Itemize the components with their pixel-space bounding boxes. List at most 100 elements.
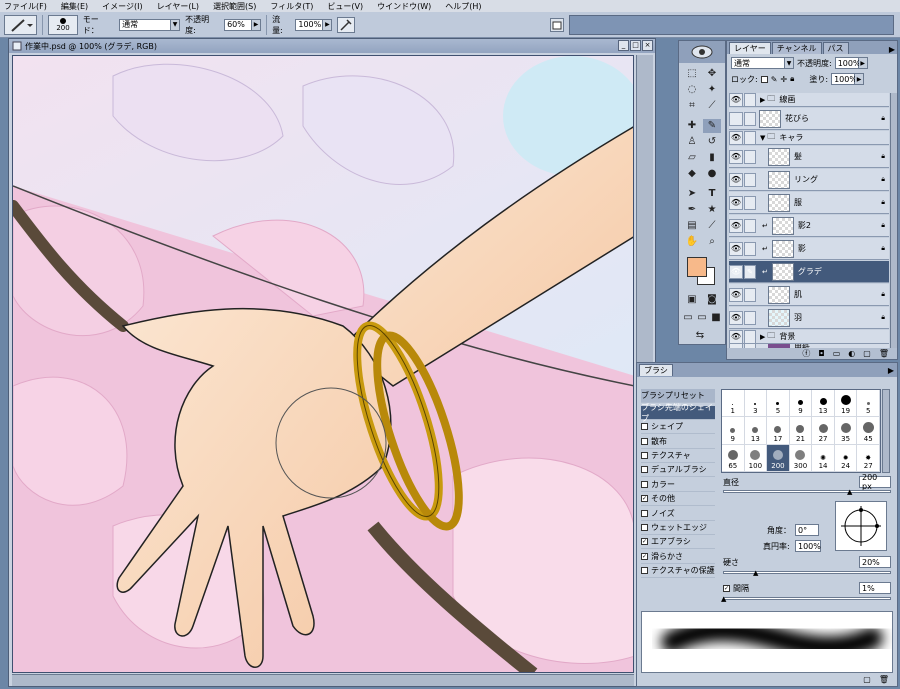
lock-all-icon[interactable]: 🔒︎ xyxy=(790,74,794,84)
checkbox[interactable] xyxy=(641,438,648,445)
layer-row[interactable]: 👁︎ ▼ 🗀︎ キャラ xyxy=(729,130,889,145)
link-cell[interactable] xyxy=(744,111,756,126)
diameter-slider[interactable] xyxy=(723,490,891,493)
spacing-slider[interactable] xyxy=(723,597,891,600)
eye-icon[interactable]: 👁︎ xyxy=(729,287,743,302)
layer-row[interactable]: 👁︎ 肌 🔒︎ xyxy=(729,284,889,306)
eye-icon[interactable]: 👁︎ xyxy=(729,310,743,325)
brush-cell[interactable]: 3 xyxy=(744,390,768,418)
layer-opacity-field[interactable]: 100% ▶ xyxy=(834,57,868,69)
move-tool-icon[interactable]: ✥ xyxy=(703,67,721,81)
eye-icon[interactable]: 👁︎ xyxy=(729,172,743,187)
shape-tool-icon[interactable]: ★ xyxy=(703,203,721,217)
screen-mode-menu-icon[interactable]: ▭ xyxy=(695,311,709,325)
link-cell[interactable] xyxy=(744,172,756,187)
diameter-field[interactable]: 200 px xyxy=(859,473,891,491)
canvas[interactable] xyxy=(12,55,634,673)
brush-cell[interactable]: 300 xyxy=(789,444,813,472)
hardness-field[interactable]: 20% xyxy=(859,556,891,568)
eye-icon[interactable] xyxy=(729,111,743,126)
spacing-checkbox[interactable]: ✓ xyxy=(723,585,730,592)
brush-cell[interactable]: 65 xyxy=(722,444,745,472)
brush-option-row[interactable]: ウェットエッジ xyxy=(641,521,715,535)
quick-mask-mode-icon[interactable]: ◙ xyxy=(703,293,721,307)
eyedropper-tool-icon[interactable]: ⟋ xyxy=(703,219,721,233)
tab-channels[interactable]: チャンネル xyxy=(771,42,822,54)
brush-cell[interactable]: ✺ 14 xyxy=(812,444,835,472)
close-button[interactable]: × xyxy=(642,40,653,51)
layer-style-icon[interactable]: ⓕ xyxy=(802,348,810,359)
blur-tool-icon[interactable]: ◆ xyxy=(683,167,701,181)
brush-angle-preview[interactable] xyxy=(835,501,887,551)
layer-row[interactable]: 👁︎ ▶ 🗀︎ 線画 xyxy=(729,92,889,107)
layer-row[interactable]: 👁︎ ↵ 影 🔒︎ xyxy=(729,238,889,260)
layer-row[interactable]: 👁︎ 服 🔒︎ xyxy=(729,192,889,214)
pen-tool-icon[interactable]: ✒ xyxy=(683,203,701,217)
eye-icon[interactable]: 👁︎ xyxy=(729,329,743,344)
tab-paths[interactable]: パス xyxy=(822,42,849,54)
slider-thumb-icon[interactable]: ▲ xyxy=(753,569,758,577)
expand-arrow-icon[interactable]: ▶ xyxy=(760,333,765,341)
tab-layers[interactable]: レイヤー xyxy=(729,42,771,54)
minimize-button[interactable]: _ xyxy=(618,40,629,51)
checkbox[interactable] xyxy=(641,423,648,430)
file-browser-button[interactable] xyxy=(550,17,564,32)
brush-size-picker[interactable]: 200 xyxy=(48,14,78,35)
magic-wand-tool-icon[interactable]: ✦ xyxy=(703,83,721,97)
hand-tool-icon[interactable]: ✋ xyxy=(683,235,701,249)
brush-option-row[interactable]: ✓ その他 xyxy=(641,492,715,506)
brush-option-row[interactable]: 散布 xyxy=(641,435,715,449)
mode-select[interactable]: 通常 ▼ xyxy=(119,18,181,31)
new-layer-icon[interactable]: ▢ xyxy=(863,349,871,358)
new-brush-icon[interactable]: ▢ xyxy=(863,675,871,686)
brush-cell[interactable]: 19 xyxy=(834,390,858,418)
checkbox-checked[interactable]: ✓ xyxy=(641,553,648,560)
path-selection-tool-icon[interactable]: ➤ xyxy=(683,187,701,201)
brush-indicator-icon[interactable]: ✎ xyxy=(744,264,756,279)
document-title-bar[interactable]: 作業中.psd @ 100% (グラデ, RGB) _ □ × xyxy=(9,39,655,53)
horizontal-scrollbar[interactable] xyxy=(12,674,634,686)
brush-option-row[interactable]: シェイプ xyxy=(641,420,715,434)
gradient-tool-icon[interactable]: ▮ xyxy=(703,151,721,165)
layer-row[interactable]: 👁︎ 羽 🔒︎ xyxy=(729,307,889,329)
checkbox-checked[interactable]: ✓ xyxy=(641,538,648,545)
lock-transparency-checkbox[interactable] xyxy=(760,75,768,83)
eye-icon[interactable]: 👁︎ xyxy=(729,195,743,210)
menu-edit[interactable]: 編集(E) xyxy=(61,1,88,12)
checkbox[interactable] xyxy=(641,466,648,473)
brush-cell[interactable]: 21 xyxy=(789,417,813,445)
brush-cell[interactable]: 45 xyxy=(857,417,880,445)
brush-cell-selected[interactable]: 200 xyxy=(767,444,790,472)
slider-thumb-icon[interactable]: ▲ xyxy=(847,488,852,496)
brush-cell[interactable]: 35 xyxy=(834,417,858,445)
brush-tool-icon[interactable]: ✎ xyxy=(703,119,721,133)
checkbox[interactable] xyxy=(641,510,648,517)
slider-thumb-icon[interactable]: ▲ xyxy=(721,595,726,603)
menu-view[interactable]: ビュー(V) xyxy=(327,1,363,12)
brush-option-row[interactable]: ノイズ xyxy=(641,507,715,521)
layer-mask-icon[interactable]: ◘ xyxy=(818,349,824,358)
type-tool-icon[interactable]: T xyxy=(703,187,721,201)
link-cell[interactable] xyxy=(744,218,756,233)
link-cell[interactable] xyxy=(744,195,756,210)
brush-cell[interactable]: 13 xyxy=(812,390,835,418)
layer-row[interactable]: 花びら 🔒︎ xyxy=(729,108,889,130)
menu-window[interactable]: ウインドウ(W) xyxy=(377,1,431,12)
brush-cell[interactable]: 5 xyxy=(767,390,790,418)
menu-help[interactable]: ヘルプ(H) xyxy=(445,1,481,12)
hardness-slider[interactable] xyxy=(723,571,891,574)
healing-brush-tool-icon[interactable]: ✚ xyxy=(683,119,701,133)
layer-row[interactable]: 👁︎ ↵ 影2 🔒︎ xyxy=(729,215,889,237)
brush-cell[interactable]: 100 xyxy=(744,444,768,472)
eraser-tool-icon[interactable]: ▱ xyxy=(683,151,701,165)
tool-preset-picker[interactable] xyxy=(4,14,38,35)
brush-grid-scrollbar[interactable] xyxy=(882,389,890,473)
layer-blend-select[interactable]: 通常 ▼ xyxy=(731,57,794,69)
adjustment-layer-icon[interactable]: ◐ xyxy=(848,349,855,358)
crop-tool-icon[interactable]: ⌗ xyxy=(683,99,701,113)
trash-icon[interactable]: 🗑︎ xyxy=(879,349,889,358)
brush-option-row[interactable]: ✓ 滑らかさ xyxy=(641,550,715,564)
checkbox[interactable] xyxy=(641,452,648,459)
layer-row[interactable]: 👁︎ 髪 🔒︎ xyxy=(729,146,889,168)
palette-menu-icon[interactable]: ▶ xyxy=(888,366,894,375)
